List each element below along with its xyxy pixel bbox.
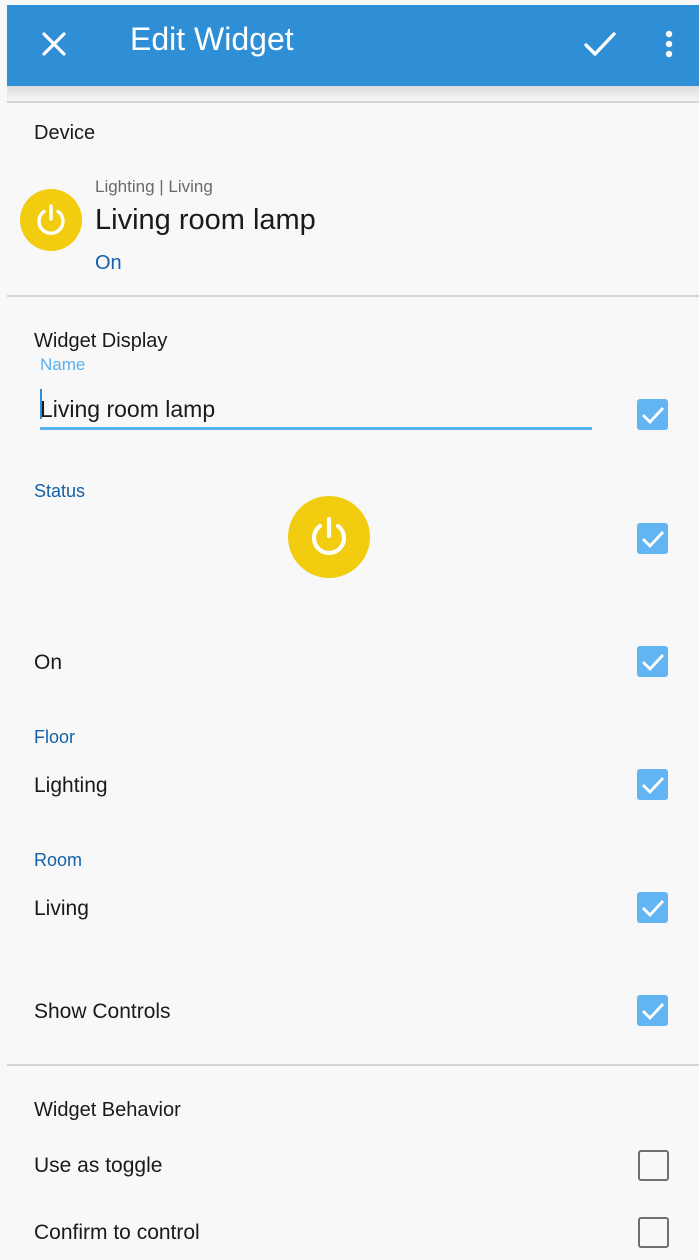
name-field-label: Name	[40, 355, 86, 374]
status-value: On	[34, 651, 63, 674]
device-state: On	[95, 252, 122, 274]
edit-widget-screen: Edit Widget Device Lighting | Living Liv…	[7, 5, 699, 1260]
name-checkbox[interactable]	[637, 399, 668, 430]
divider	[7, 101, 699, 103]
app-bar-shadow	[7, 86, 699, 102]
device-name: Living room lamp	[95, 204, 316, 236]
status-icon-checkbox[interactable]	[637, 523, 668, 554]
close-icon[interactable]	[33, 23, 75, 65]
confirm-to-control-label: Confirm to control	[34, 1221, 200, 1244]
status-power-icon	[288, 496, 370, 578]
room-label: Room	[34, 850, 83, 870]
use-as-toggle-label: Use as toggle	[34, 1154, 163, 1177]
floor-checkbox[interactable]	[637, 769, 668, 800]
divider	[7, 295, 699, 297]
status-value-checkbox[interactable]	[637, 646, 668, 677]
check-icon[interactable]	[577, 21, 623, 67]
text-cursor	[40, 389, 42, 419]
show-controls-checkbox[interactable]	[637, 995, 668, 1026]
confirm-to-control-checkbox[interactable]	[638, 1217, 669, 1248]
divider	[7, 1064, 699, 1066]
widget-behavior-section-label: Widget Behavior	[34, 1099, 181, 1121]
power-icon	[20, 189, 82, 251]
page-title: Edit Widget	[130, 21, 294, 57]
app-bar: Edit Widget	[7, 5, 699, 86]
room-checkbox[interactable]	[637, 892, 668, 923]
device-section-label: Device	[34, 122, 96, 144]
status-label: Status	[34, 481, 86, 501]
more-vert-icon[interactable]	[653, 21, 685, 67]
device-breadcrumb: Lighting | Living	[95, 177, 213, 196]
widget-display-section-label: Widget Display	[34, 330, 168, 352]
floor-label: Floor	[34, 727, 76, 747]
floor-value: Lighting	[34, 774, 108, 797]
show-controls-label: Show Controls	[34, 1000, 171, 1023]
room-value: Living	[34, 897, 89, 920]
use-as-toggle-checkbox[interactable]	[638, 1150, 669, 1181]
name-field[interactable]	[40, 391, 592, 430]
